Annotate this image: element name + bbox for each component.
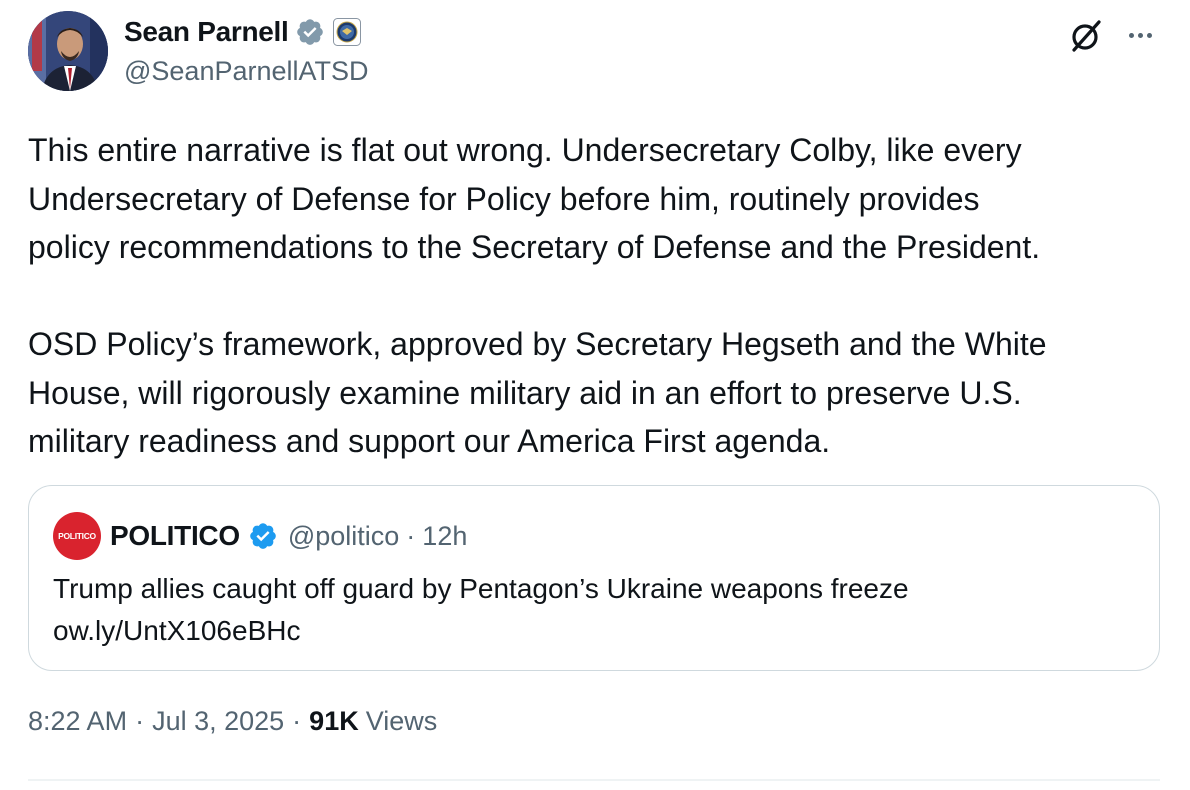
tweet-text-line: This entire narrative is flat out wrong.… [28,132,1022,168]
grok-icon[interactable] [1066,16,1106,56]
tweet-text: This entire narrative is flat out wrong.… [28,126,1168,466]
verified-badge-icon[interactable] [248,521,278,551]
views-label: Views [365,706,438,736]
post-time[interactable]: 8:22 AM [28,706,127,737]
tweet-text-line: OSD Policy’s framework, approved by Secr… [28,326,1047,362]
author-handle[interactable]: @SeanParnellATSD [124,56,369,87]
author-name-row: Sean Parnell [124,14,362,50]
tweet-meta: 8:22 AM · Jul 3, 2025 · 91K Views [28,706,437,737]
author-display-name[interactable]: Sean Parnell [124,16,289,48]
more-options-icon[interactable] [1120,20,1160,50]
tweet: Sean Parnell @SeanParnellATSD This entir… [0,0,1190,790]
author-avatar[interactable] [28,11,108,91]
quoted-timestamp[interactable]: 12h [422,521,467,552]
quoted-tweet-header: POLITICO POLITICO @politico · 12h [53,512,467,560]
quoted-display-name[interactable]: POLITICO [110,520,240,552]
divider [28,779,1160,781]
separator-dot: · [135,706,145,736]
quoted-link[interactable]: ow.ly/UntX106eBHc [53,610,909,652]
more-dot [1128,32,1134,38]
tweet-text-line: House, will rigorously examine military … [28,374,1022,411]
quoted-handle[interactable]: @politico [288,521,399,552]
separator-dot: · [406,520,416,551]
tweet-text-line: policy recommendations to the Secretary … [28,229,1041,265]
quoted-tweet-card[interactable]: POLITICO POLITICO @politico · 12h Trump … [28,485,1160,671]
verified-badge-icon[interactable] [295,17,325,47]
separator-dot: · [292,706,302,736]
quoted-text: Trump allies caught off guard by Pentago… [53,568,909,652]
politico-avatar[interactable]: POLITICO [53,512,101,560]
more-dot [1137,32,1143,38]
dod-seal-icon[interactable] [333,18,362,46]
quoted-text-line: Trump allies caught off guard by Pentago… [53,573,909,604]
tweet-text-line: military readiness and support our Ameri… [28,423,831,459]
post-date[interactable]: Jul 3, 2025 [152,706,284,737]
tweet-text-line: Undersecretary of Defense for Policy bef… [28,180,980,217]
views-count[interactable]: 91K [309,706,359,737]
more-dot [1146,32,1152,38]
